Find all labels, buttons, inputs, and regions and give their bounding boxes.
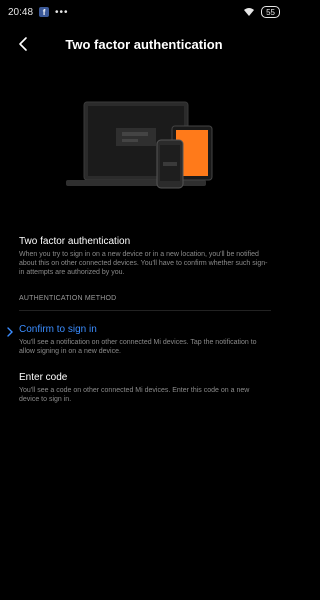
battery-level: 55 (266, 7, 275, 17)
section-label: AUTHENTICATION METHOD (19, 295, 117, 302)
intro-description: When you try to sign in on a new device … (19, 251, 268, 276)
option-confirm-to-sign-in[interactable]: Confirm to sign in You'll see a notifica… (0, 324, 288, 356)
chevron-left-icon (19, 37, 27, 51)
battery-icon: 55 (261, 6, 280, 18)
chevron-right-icon (7, 327, 13, 337)
status-time: 20:48 (8, 6, 34, 18)
more-notifications-icon: ••• (55, 6, 69, 18)
intro-title: Two factor authentication (19, 236, 131, 247)
intro-section: Two factor authentication When you try t… (19, 236, 271, 277)
option-description: You'll see a notification on other conne… (19, 339, 257, 355)
devices-illustration (62, 96, 222, 196)
option-description: You'll see a code on other connected Mi … (19, 387, 250, 403)
status-bar: 20:48 f ••• 55 (0, 0, 288, 24)
divider (19, 310, 271, 311)
facebook-notification-icon: f (39, 7, 50, 17)
option-title: Enter code (19, 372, 68, 383)
wifi-icon (244, 8, 255, 16)
status-left: 20:48 f ••• (8, 7, 69, 18)
option-title: Confirm to sign in (19, 324, 97, 335)
status-right: 55 (243, 6, 280, 18)
page-title: Two factor authentication (65, 36, 223, 52)
option-enter-code[interactable]: Enter code You'll see a code on other co… (0, 372, 288, 404)
back-button[interactable] (14, 35, 32, 53)
devices-illustration-art (66, 101, 213, 189)
header: Two factor authentication (0, 28, 288, 60)
selected-indicator-icon (6, 327, 14, 337)
